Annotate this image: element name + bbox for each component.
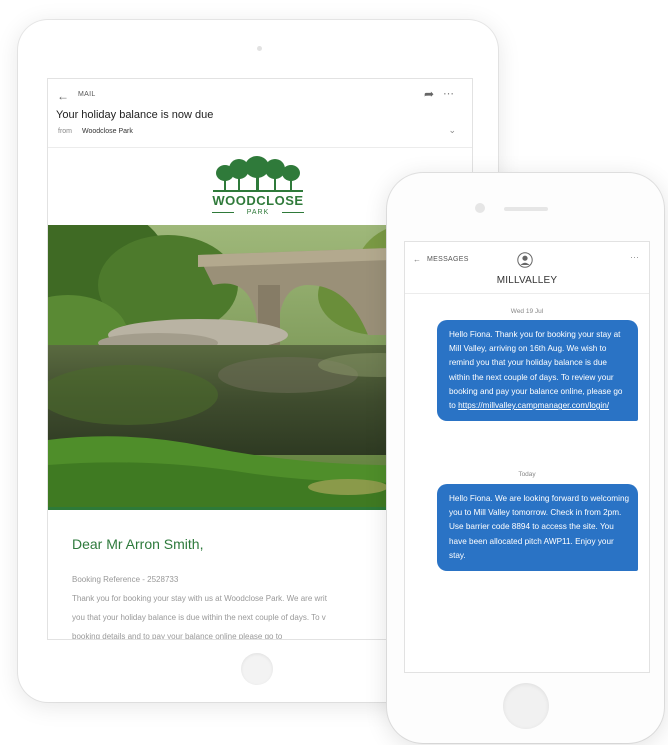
booking-link[interactable]: https://millvalley.campmanager.com/login… <box>458 401 609 410</box>
mail-from-label: from <box>58 128 72 135</box>
logo-wordmark: WOODCLOSE <box>212 193 304 208</box>
message-text: Hello Fiona. We are looking forward to w… <box>449 494 630 560</box>
body-text-line: you that your holiday balance is due wit… <box>72 613 326 622</box>
phone-device: ← MESSAGES ⋯ MILLVALLEY Wed 19 Jul Hello… <box>387 173 664 743</box>
share-icon[interactable]: ➦ <box>424 87 434 101</box>
tablet-home-button[interactable] <box>241 653 273 685</box>
message-text: Hello Fiona. Thank you for booking your … <box>449 330 623 411</box>
messages-screen: ← MESSAGES ⋯ MILLVALLEY Wed 19 Jul Hello… <box>404 241 650 673</box>
chevron-down-icon[interactable]: ⌄ <box>448 125 456 136</box>
back-arrow-icon[interactable]: ← <box>413 255 421 264</box>
greeting-heading: Dear Mr Arron Smith, <box>72 536 204 552</box>
message-bubble: Hello Fiona. We are looking forward to w… <box>437 484 638 572</box>
back-arrow-icon[interactable]: ← <box>57 89 69 103</box>
messages-app-label: MESSAGES <box>427 256 469 263</box>
date-separator: Today <box>518 471 536 478</box>
mail-sender: Woodclose Park <box>82 128 133 135</box>
avatar-icon <box>517 252 533 268</box>
body-text-line: booking details and to pay your balance … <box>72 632 283 640</box>
phone-camera <box>475 203 485 213</box>
logo-rule-right <box>282 212 304 213</box>
body-text-line: Thank you for booking your stay with us … <box>72 594 327 603</box>
more-icon[interactable]: ⋯ <box>630 252 639 263</box>
mail-app-label: MAIL <box>78 91 96 98</box>
phone-speaker <box>504 207 548 211</box>
more-icon[interactable]: ⋯ <box>443 87 454 100</box>
date-separator: Wed 19 Jul <box>510 308 544 315</box>
header-divider <box>405 293 649 294</box>
mail-subject: Your holiday balance is now due <box>56 109 214 121</box>
header-divider <box>48 147 472 148</box>
phone-home-button[interactable] <box>503 683 549 729</box>
message-bubble: Hello Fiona. Thank you for booking your … <box>437 320 638 422</box>
booking-reference: Booking Reference - 2528733 <box>72 575 179 584</box>
tablet-camera <box>257 46 262 51</box>
contact-name: MILLVALLEY <box>496 275 558 286</box>
